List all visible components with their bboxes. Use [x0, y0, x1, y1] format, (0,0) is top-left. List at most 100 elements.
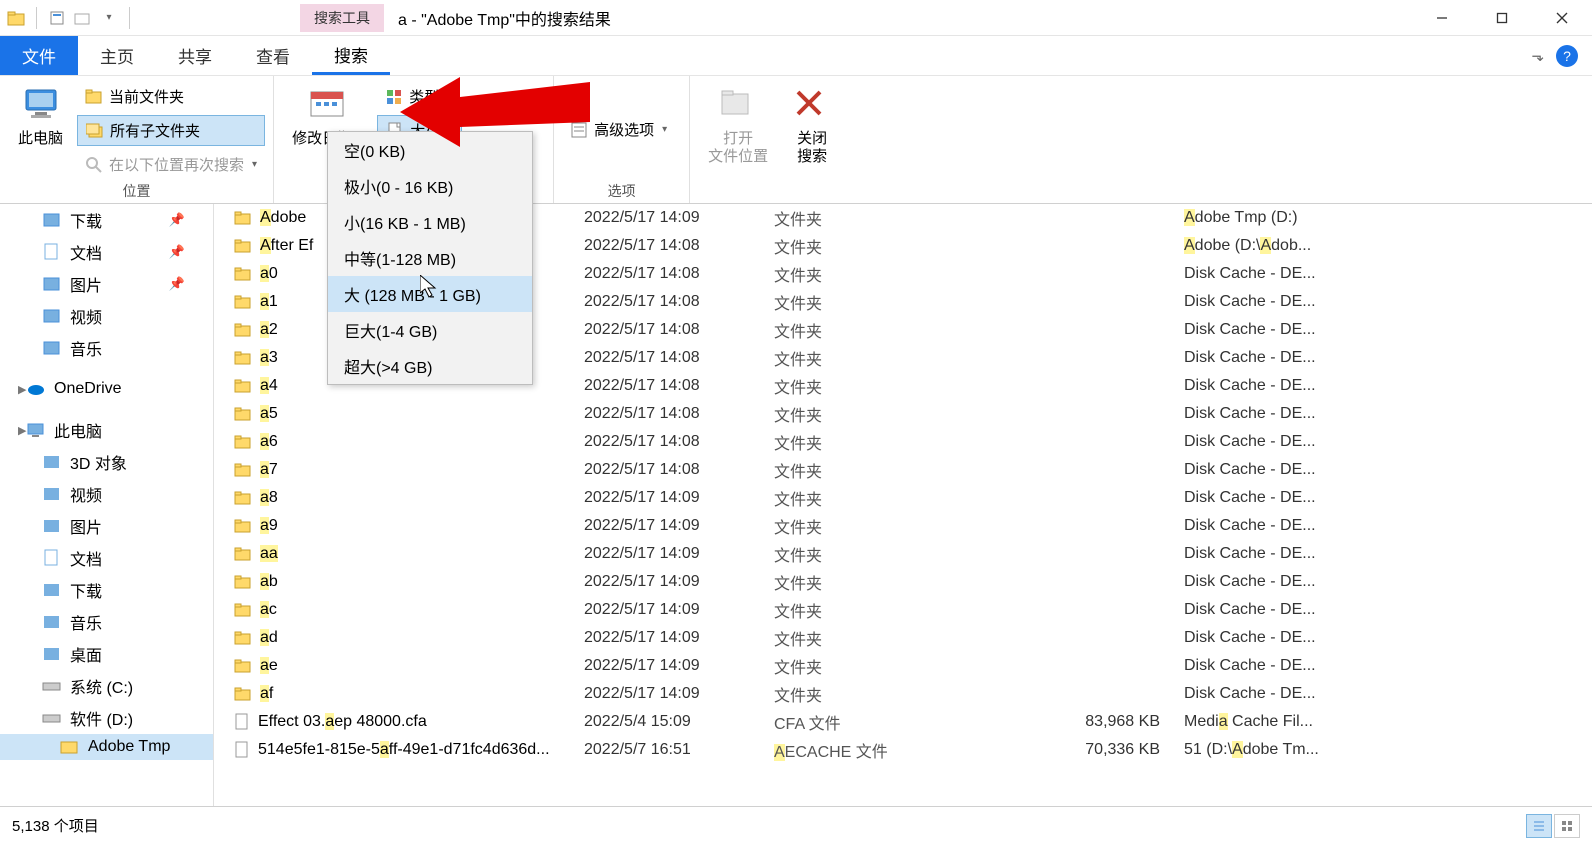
file-path: Disk Cache - DE...: [1184, 685, 1592, 703]
table-row[interactable]: 514e5fe1-815e-5aff-49e1-d71fc4d636d...20…: [214, 736, 1592, 764]
tab-share[interactable]: 共享: [156, 36, 234, 75]
folder-icon: [234, 434, 252, 450]
sidebar-drive-d[interactable]: 软件 (D:): [0, 702, 213, 734]
file-name: a3: [260, 349, 278, 367]
file-type: 文件夹: [774, 486, 1004, 510]
size-small[interactable]: 小(16 KB - 1 MB): [328, 204, 532, 240]
table-row[interactable]: ac2022/5/17 14:09文件夹Disk Cache - DE...: [214, 596, 1592, 624]
open-file-location-button[interactable]: 打开文件位置: [698, 82, 778, 170]
file-type: 文件夹: [774, 346, 1004, 370]
size-medium[interactable]: 中等(1-128 MB): [328, 240, 532, 276]
folder-icon: [234, 658, 252, 674]
size-gigantic[interactable]: 超大(>4 GB): [328, 348, 532, 384]
sidebar-onedrive[interactable]: ▶OneDrive: [0, 376, 213, 402]
sidebar-videos[interactable]: 视频: [0, 300, 213, 332]
file-date: 2022/5/17 14:08: [584, 433, 774, 451]
properties-icon[interactable]: [47, 8, 67, 28]
search-again-button[interactable]: 在以下位置再次搜索▾: [77, 150, 265, 179]
file-date: 2022/5/17 14:08: [584, 265, 774, 283]
sidebar-downloads-2[interactable]: 下载: [0, 574, 213, 606]
sidebar-downloads[interactable]: 下载📌: [0, 204, 213, 236]
file-name: af: [260, 685, 273, 703]
table-row[interactable]: ad2022/5/17 14:09文件夹Disk Cache - DE...: [214, 624, 1592, 652]
table-row[interactable]: a52022/5/17 14:08文件夹Disk Cache - DE...: [214, 400, 1592, 428]
pin-icon: 📌: [169, 244, 185, 260]
tab-search[interactable]: 搜索: [312, 36, 390, 75]
table-row[interactable]: a72022/5/17 14:08文件夹Disk Cache - DE...: [214, 456, 1592, 484]
tab-view[interactable]: 查看: [234, 36, 312, 75]
ribbon: 此电脑 当前文件夹 所有子文件夹 在以下位置再次搜索▾ 位置: [0, 76, 1592, 204]
file-path: Disk Cache - DE...: [1184, 293, 1592, 311]
file-date: 2022/5/17 14:08: [584, 321, 774, 339]
3d-icon: [42, 453, 62, 471]
table-row[interactable]: a82022/5/17 14:09文件夹Disk Cache - DE...: [214, 484, 1592, 512]
tab-file[interactable]: 文件: [0, 36, 78, 75]
ribbon-group-location: 此电脑 当前文件夹 所有子文件夹 在以下位置再次搜索▾ 位置: [0, 76, 274, 203]
table-row[interactable]: af2022/5/17 14:09文件夹Disk Cache - DE...: [214, 680, 1592, 708]
folder-icon[interactable]: [6, 8, 26, 28]
file-date: 2022/5/17 14:08: [584, 461, 774, 479]
large-icons-view-button[interactable]: [1554, 814, 1580, 838]
table-row[interactable]: Effect 03.aep 48000.cfa2022/5/4 15:09CFA…: [214, 708, 1592, 736]
sidebar-desktop[interactable]: 桌面: [0, 638, 213, 670]
file-type: 文件夹: [774, 654, 1004, 678]
size-huge[interactable]: 巨大(1-4 GB): [328, 312, 532, 348]
sidebar-drive-c[interactable]: 系统 (C:): [0, 670, 213, 702]
table-row[interactable]: a92022/5/17 14:09文件夹Disk Cache - DE...: [214, 512, 1592, 540]
file-date: 2022/5/17 14:08: [584, 293, 774, 311]
sidebar-documents-2[interactable]: 文档: [0, 542, 213, 574]
close-search-button[interactable]: 关闭搜索: [782, 82, 842, 170]
file-type: 文件夹: [774, 430, 1004, 454]
file-name: a4: [260, 377, 278, 395]
chevron-right-icon[interactable]: ▶: [18, 383, 26, 396]
navigation-pane[interactable]: 下载📌 文档📌 图片📌 视频 音乐 ▶OneDrive ▶此电脑 3D 对象 视…: [0, 204, 214, 806]
file-path: Disk Cache - DE...: [1184, 349, 1592, 367]
file-date: 2022/5/17 14:08: [584, 405, 774, 423]
qat-dropdown-icon[interactable]: ▾: [99, 8, 119, 28]
separator: [129, 7, 130, 29]
file-path: Disk Cache - DE...: [1184, 573, 1592, 591]
this-pc-button[interactable]: 此电脑: [8, 82, 73, 152]
file-path: Disk Cache - DE...: [1184, 461, 1592, 479]
tab-home[interactable]: 主页: [78, 36, 156, 75]
file-type: 文件夹: [774, 626, 1004, 650]
close-button[interactable]: [1532, 0, 1592, 36]
sidebar-documents[interactable]: 文档📌: [0, 236, 213, 268]
size-tiny[interactable]: 极小(0 - 16 KB): [328, 168, 532, 204]
table-row[interactable]: ab2022/5/17 14:09文件夹Disk Cache - DE...: [214, 568, 1592, 596]
title-bar: ▾ 搜索工具 a - "Adobe Tmp"中的搜索结果: [0, 0, 1592, 36]
sidebar-pictures-2[interactable]: 图片: [0, 510, 213, 542]
search-icon: [85, 156, 103, 174]
all-subfolders-button[interactable]: 所有子文件夹: [77, 115, 265, 146]
minimize-ribbon-icon[interactable]: ⬎: [1531, 47, 1544, 65]
file-name: 514e5fe1-815e-5aff-49e1-d71fc4d636d...: [258, 741, 550, 759]
help-icon[interactable]: ?: [1556, 45, 1578, 67]
maximize-button[interactable]: [1472, 0, 1532, 36]
table-row[interactable]: aa2022/5/17 14:09文件夹Disk Cache - DE...: [214, 540, 1592, 568]
sidebar-music-2[interactable]: 音乐: [0, 606, 213, 638]
file-date: 2022/5/17 14:09: [584, 685, 774, 703]
folder-icon: [234, 266, 252, 282]
file-type: 文件夹: [774, 514, 1004, 538]
folder-icon: [234, 378, 252, 394]
documents-icon: [42, 243, 62, 261]
file-date: 2022/5/17 14:09: [584, 545, 774, 563]
details-view-button[interactable]: [1526, 814, 1552, 838]
search-tools-contextual-tab: 搜索工具: [300, 4, 384, 32]
sidebar-pictures[interactable]: 图片📌: [0, 268, 213, 300]
table-row[interactable]: ae2022/5/17 14:09文件夹Disk Cache - DE...: [214, 652, 1592, 680]
sidebar-3d-objects[interactable]: 3D 对象: [0, 446, 213, 478]
minimize-button[interactable]: [1412, 0, 1472, 36]
table-row[interactable]: a62022/5/17 14:08文件夹Disk Cache - DE...: [214, 428, 1592, 456]
sidebar-videos-2[interactable]: 视频: [0, 478, 213, 510]
sidebar-music[interactable]: 音乐: [0, 332, 213, 364]
chevron-right-icon[interactable]: ▶: [18, 424, 26, 437]
folder-icon: [60, 738, 80, 756]
new-folder-icon[interactable]: [73, 8, 93, 28]
file-type: 文件夹: [774, 234, 1004, 258]
sidebar-adobe-tmp[interactable]: Adobe Tmp: [0, 734, 213, 760]
sidebar-this-pc[interactable]: ▶此电脑: [0, 414, 213, 446]
file-name: aa: [260, 545, 278, 563]
current-folder-button[interactable]: 当前文件夹: [77, 82, 265, 111]
computer-icon: [21, 86, 61, 126]
